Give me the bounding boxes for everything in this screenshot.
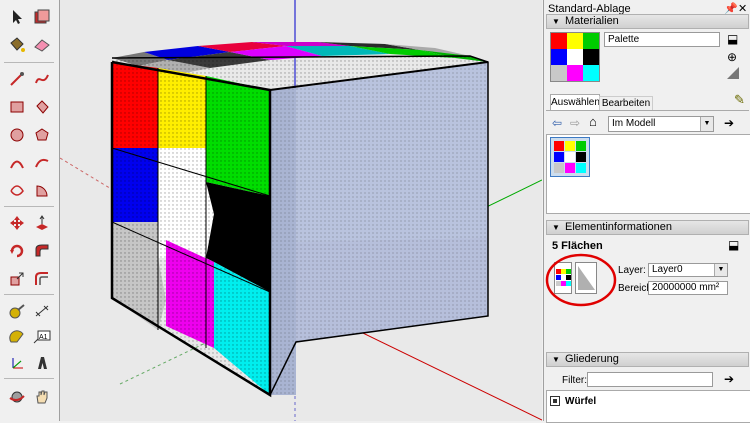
collapse-triangle-icon: ▼ [552, 355, 560, 364]
tab-select[interactable]: Auswählen [550, 94, 600, 111]
two-point-arc-icon[interactable] [31, 152, 53, 174]
layer-label: Layer: [618, 265, 646, 276]
material-preview [550, 32, 600, 82]
collapse-triangle-icon: ▼ [552, 223, 560, 232]
pan-tool-icon[interactable] [31, 386, 53, 408]
push-pull-icon[interactable] [31, 212, 53, 234]
three-point-arc-icon[interactable] [6, 180, 28, 202]
sample-paint-icon[interactable] [726, 66, 740, 80]
layer-select[interactable]: Layer0 ▼ [648, 263, 728, 277]
toggle-details-icon[interactable]: ⬓ [728, 238, 739, 252]
details-arrow-icon[interactable]: ➔ [724, 372, 734, 386]
eraser-icon[interactable] [31, 34, 53, 56]
outliner-list: Würfel [546, 390, 750, 423]
polygon-tool-icon[interactable] [31, 124, 53, 146]
circle-tool-icon[interactable] [6, 124, 28, 146]
cube-scene [60, 0, 542, 421]
orbit-tool-icon[interactable] [6, 386, 28, 408]
collection-select[interactable]: Im Modell ▼ [608, 116, 714, 132]
highlight-circle [545, 253, 617, 307]
move-tool-icon[interactable] [6, 212, 28, 234]
tool-palette: A1 [0, 0, 60, 421]
modeling-viewport[interactable] [60, 0, 542, 421]
model-icon [550, 396, 560, 406]
display-secondary-icon[interactable]: ⬓ [727, 32, 738, 46]
3d-text-icon[interactable] [31, 352, 53, 374]
entity-info-header[interactable]: ▼ Elementinformationen [546, 220, 749, 235]
scale-tool-icon[interactable] [6, 268, 28, 290]
area-field: 20000000 mm² [648, 281, 728, 295]
dimension-tool-icon[interactable] [31, 300, 53, 322]
tape-measure-icon[interactable] [6, 300, 28, 322]
axes-tool-icon[interactable] [6, 352, 28, 374]
materials-header[interactable]: ▼ Materialien [546, 14, 749, 29]
details-arrow-icon[interactable]: ➔ [724, 116, 734, 130]
eyedropper-icon[interactable]: ✎ [734, 92, 745, 108]
palette-swatch[interactable] [550, 137, 590, 177]
filter-label: Filter: [562, 375, 587, 386]
tab-edit[interactable]: Bearbeiten [599, 96, 653, 111]
filter-input[interactable] [587, 372, 713, 387]
protractor-icon[interactable] [6, 326, 28, 348]
make-component-icon[interactable] [31, 6, 53, 28]
freehand-tool-icon[interactable] [31, 68, 53, 90]
chevron-down-icon[interactable]: ▼ [714, 264, 727, 276]
material-list [546, 134, 750, 214]
pie-tool-icon[interactable] [31, 180, 53, 202]
collapse-triangle-icon: ▼ [552, 17, 560, 26]
outliner-header[interactable]: ▼ Gliederung [546, 352, 749, 367]
text-tool-icon[interactable]: A1 [31, 326, 53, 348]
home-icon[interactable]: ⌂ [589, 114, 597, 129]
chevron-down-icon[interactable]: ▼ [700, 117, 713, 131]
list-item[interactable]: Würfel [550, 394, 596, 408]
rotate-tool-icon[interactable] [6, 240, 28, 262]
paint-bucket-icon[interactable] [6, 34, 28, 56]
follow-me-icon[interactable] [31, 240, 53, 262]
selection-summary: 5 Flächen [552, 240, 603, 252]
forward-arrow-icon[interactable]: ⇨ [570, 116, 580, 130]
line-tool-icon[interactable] [6, 68, 28, 90]
default-tray: Standard-Ablage 📌 ✕ ▼ Materialien Palett… [543, 0, 750, 423]
arc-tool-icon[interactable] [6, 152, 28, 174]
rotated-rectangle-icon[interactable] [31, 96, 53, 118]
back-arrow-icon[interactable]: ⇦ [552, 116, 562, 130]
svg-text:A1: A1 [39, 334, 48, 341]
offset-tool-icon[interactable] [31, 268, 53, 290]
rectangle-tool-icon[interactable] [6, 96, 28, 118]
material-name-field[interactable]: Palette [604, 32, 720, 47]
create-material-icon[interactable]: ⊕ [727, 50, 737, 64]
select-tool-icon[interactable] [6, 6, 28, 28]
